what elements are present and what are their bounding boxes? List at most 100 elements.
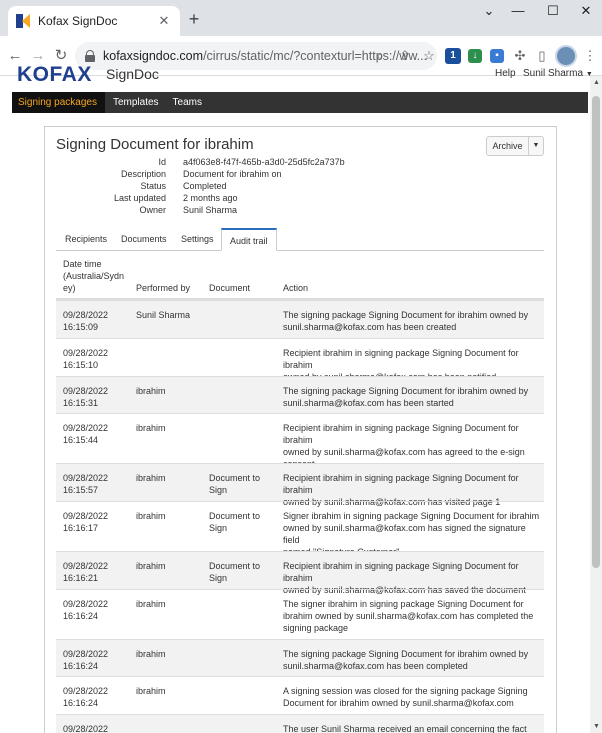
kofax-favicon-icon xyxy=(16,14,30,28)
meta-key: Description xyxy=(120,169,166,179)
zoom-icon[interactable]: ⌕ xyxy=(370,46,390,66)
cell-action: The signer ibrahim in signing package Si… xyxy=(283,599,534,633)
cell-date-time: 09/28/2022 16:16:17 xyxy=(63,511,109,533)
cell-date-time: 09/28/2022 16:16:21 xyxy=(63,561,109,583)
meta-key: Owner xyxy=(139,205,166,215)
cell-performed-by: ibrahim xyxy=(136,423,166,433)
meta-key: Last updated xyxy=(113,193,166,203)
header-date-time: Date time (Australia/Sydn ey) xyxy=(63,259,125,293)
table-row: 09/28/2022 16:16:17 ibrahim Document to Sign… xyxy=(56,501,544,557)
meta-value-owner: Sunil Sharma xyxy=(183,205,238,215)
cell-date-time: 09/28/2022 xyxy=(63,724,109,733)
main-nav: Signing packages Templates Teams xyxy=(12,92,588,113)
header-action: Action xyxy=(283,283,309,293)
table-row: 09/28/2022 16:16:24 ibrahim The signing pac… xyxy=(56,639,544,676)
bookmark-star-icon[interactable]: ☆ xyxy=(419,46,439,66)
share-icon[interactable]: ⇪ xyxy=(395,46,415,66)
nav-teams[interactable]: Teams xyxy=(167,92,210,113)
browser-profile-avatar[interactable] xyxy=(555,45,577,67)
archive-button-group[interactable]: Archive ▼ xyxy=(486,136,544,156)
cell-document xyxy=(209,598,269,610)
table-row: 09/28/2022 16:16:24 ibrahim The signer ibra… xyxy=(56,589,544,639)
meta-value-description: Document for ibrahim on xyxy=(183,169,282,179)
meta-key: Id xyxy=(158,157,166,167)
scrollbar-thumb[interactable] xyxy=(592,96,600,568)
cell-performed-by: ibrahim xyxy=(136,686,166,696)
cell-performed-by: ibrahim xyxy=(136,599,166,609)
cell-action: The signing package Signing Document for… xyxy=(283,649,529,671)
cell-document xyxy=(209,723,269,733)
product-name: SignDoc xyxy=(106,66,159,82)
table-row: 09/28/2022 16:16:21 ibrahim Document to Sign… xyxy=(56,551,544,595)
extensions-puzzle-icon[interactable]: ✣ xyxy=(510,46,530,66)
browser-menu-icon[interactable]: ⋮ xyxy=(580,46,600,66)
lock-icon xyxy=(85,50,95,62)
cell-document: Document to Sign xyxy=(209,511,261,533)
table-row: 09/28/2022 16:15:31 ibrahim The signing pac… xyxy=(56,376,544,413)
cell-action: The signing package Signing Document for… xyxy=(283,386,529,408)
table-row: 09/28/2022 16:15:57 ibrahim Document to Sign… xyxy=(56,463,544,507)
minimize-window-button[interactable]: — xyxy=(503,3,533,18)
meta-value-id: a4f063e8-f47f-465b-a3d0-25d5fc2a737b xyxy=(183,157,345,167)
cell-action: The signing package Signing Document for… xyxy=(283,310,529,332)
close-tab-icon[interactable]: ✕ xyxy=(156,13,172,29)
tab-settings[interactable]: Settings xyxy=(181,234,214,244)
maximize-window-button[interactable]: ☐ xyxy=(538,3,568,19)
help-link[interactable]: Help xyxy=(495,68,516,79)
browser-tab-strip: Kofax SignDoc ✕ + ⌄ — ☐ ✕ xyxy=(0,0,602,36)
cell-date-time: 09/28/2022 16:15:09 xyxy=(63,310,109,332)
scroll-down-icon[interactable]: ▼ xyxy=(593,723,600,730)
cell-performed-by: Sunil Sharma xyxy=(136,310,191,320)
archive-button[interactable]: Archive xyxy=(487,137,529,155)
extension-badge-icon[interactable]: 1 xyxy=(445,48,461,64)
cell-action: A signing session was closed for the sig… xyxy=(283,686,528,708)
scroll-up-icon[interactable]: ▲ xyxy=(593,79,600,86)
browser-tab-title: Kofax SignDoc xyxy=(38,14,118,28)
cell-performed-by: ibrahim xyxy=(136,511,166,521)
translate-extension-icon[interactable]: ▪ xyxy=(490,49,504,63)
cell-date-time: 09/28/2022 16:15:44 xyxy=(63,423,109,445)
kofax-logo: KOFAX xyxy=(17,63,92,86)
cell-document xyxy=(209,347,269,359)
cell-date-time: 09/28/2022 16:16:24 xyxy=(63,599,109,621)
cell-document xyxy=(209,309,269,321)
cell-performed-by: ibrahim xyxy=(136,386,166,396)
document-title: Signing Document for ibrahim xyxy=(56,136,254,153)
cell-document xyxy=(209,385,269,397)
audit-table-header: Date time (Australia/Sydn ey) Performed by… xyxy=(56,252,544,300)
user-menu[interactable]: Sunil Sharma ▼ xyxy=(523,68,593,79)
tab-audit-trail[interactable]: Audit trail xyxy=(221,228,277,251)
archive-caret-icon[interactable]: ▼ xyxy=(529,137,543,155)
nav-signing-packages[interactable]: Signing packages xyxy=(12,92,105,113)
cell-document xyxy=(209,422,269,434)
new-tab-button[interactable]: + xyxy=(184,9,204,30)
download-extension-icon[interactable]: ↓ xyxy=(468,49,482,63)
meta-value-last-updated: 2 months ago xyxy=(183,193,238,203)
meta-value-status: Completed xyxy=(183,181,227,191)
cell-date-time: 09/28/2022 16:15:10 xyxy=(63,348,109,370)
table-row: 09/28/2022 16:15:10 Recipient ibrahim in s… xyxy=(56,338,544,382)
meta-key: Status xyxy=(140,181,166,191)
close-window-button[interactable]: ✕ xyxy=(571,3,601,19)
table-row: 09/28/2022 16:15:09 Sunil Sharma The signin… xyxy=(56,300,544,338)
tab-documents[interactable]: Documents xyxy=(121,234,167,244)
tab-recipients[interactable]: Recipients xyxy=(65,234,107,244)
nav-templates[interactable]: Templates xyxy=(105,92,167,113)
tab-search-icon[interactable]: ⌄ xyxy=(474,3,504,19)
cell-performed-by: ibrahim xyxy=(136,649,166,659)
cell-date-time: 09/28/2022 16:15:31 xyxy=(63,386,109,408)
browser-tab[interactable]: Kofax SignDoc ✕ xyxy=(8,6,180,36)
cell-performed-by: ibrahim xyxy=(136,561,166,571)
cell-date-time: 09/28/2022 16:16:24 xyxy=(63,649,109,671)
header-performed-by: Performed by xyxy=(136,283,191,293)
side-panel-icon[interactable]: ▯ xyxy=(532,46,552,66)
cell-document: Document to Sign xyxy=(209,473,261,495)
table-row: 09/28/2022 16:16:24 ibrahim A signing sessi… xyxy=(56,676,544,714)
cell-date-time: 09/28/2022 16:15:57 xyxy=(63,473,109,495)
cell-document xyxy=(209,648,269,660)
header-document: Document xyxy=(209,283,251,293)
table-row: 09/28/2022 16:15:44 ibrahim Recipient ibrah… xyxy=(56,413,544,481)
cell-document xyxy=(209,685,269,697)
cell-action: The user Sunil Sharma received an email … xyxy=(283,724,527,733)
cell-document: Document to Sign xyxy=(209,561,261,583)
